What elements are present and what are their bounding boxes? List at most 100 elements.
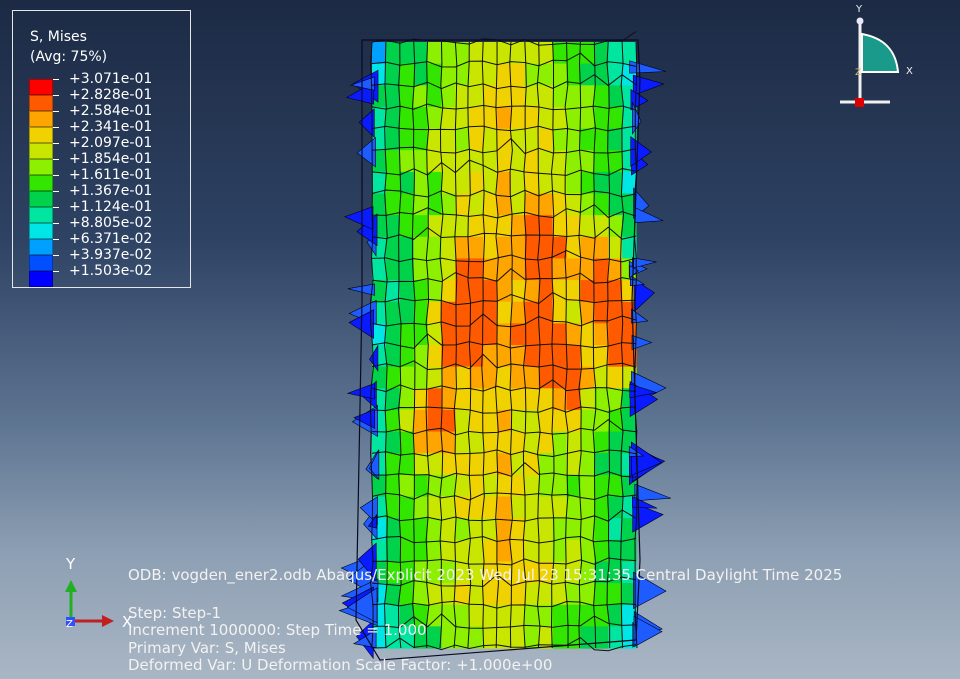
mesh-element xyxy=(580,85,595,108)
mesh-element xyxy=(497,539,512,563)
mesh-element xyxy=(524,42,540,65)
mesh-element xyxy=(441,150,456,173)
mesh-element xyxy=(524,409,540,433)
mesh-element xyxy=(469,85,484,108)
mesh-element xyxy=(566,150,582,173)
mesh-element xyxy=(455,409,470,433)
mesh-element xyxy=(427,106,443,130)
mesh-element xyxy=(427,193,443,216)
mesh-element xyxy=(538,236,554,260)
mesh-element xyxy=(510,409,526,433)
mesh-element xyxy=(594,518,609,541)
mesh-element xyxy=(538,388,554,411)
mesh-element xyxy=(538,518,554,541)
mesh-element xyxy=(510,63,526,86)
mesh-element xyxy=(483,280,498,303)
mesh-element xyxy=(441,496,456,519)
mesh-element xyxy=(594,150,609,173)
mesh-element xyxy=(441,215,456,238)
mesh-element xyxy=(594,106,609,130)
mesh-element xyxy=(538,85,554,108)
mesh-element xyxy=(497,63,512,86)
mesh-element xyxy=(524,366,540,389)
mesh-element xyxy=(608,42,623,65)
mesh-element xyxy=(413,150,429,173)
mesh-element xyxy=(524,280,540,303)
increment-info-line: Increment 1000000: Step Time = 1.000 xyxy=(128,621,427,639)
mesh-element xyxy=(594,193,609,216)
mesh-element xyxy=(399,258,415,281)
mesh-element xyxy=(455,539,470,563)
mesh-element xyxy=(413,431,429,454)
mesh-element xyxy=(399,583,415,606)
mesh-element xyxy=(608,474,623,498)
mesh-element xyxy=(580,604,595,627)
mesh-element xyxy=(580,150,595,173)
mesh-element xyxy=(566,345,582,368)
mesh-element xyxy=(385,583,401,606)
mesh-element xyxy=(427,583,443,606)
mesh-element xyxy=(469,626,484,649)
mesh-element xyxy=(552,106,568,130)
mesh-element xyxy=(580,193,595,216)
mesh-element xyxy=(510,42,526,65)
mesh-element xyxy=(441,323,456,346)
mesh-element xyxy=(441,280,456,303)
mesh-element xyxy=(594,215,609,238)
mesh-element xyxy=(608,106,623,130)
mesh-element xyxy=(566,128,582,151)
mesh-element xyxy=(552,518,568,541)
triad-node xyxy=(856,17,864,25)
mesh-element xyxy=(510,258,526,281)
mesh-element xyxy=(580,626,595,649)
mesh-element xyxy=(427,301,443,324)
triad-x-arrowhead xyxy=(102,615,114,627)
mesh-element xyxy=(497,301,512,324)
mesh-element xyxy=(538,366,554,389)
mesh-element xyxy=(441,431,456,454)
mesh-element xyxy=(413,583,429,606)
mesh-element xyxy=(497,583,512,606)
mesh-element xyxy=(524,128,540,151)
mesh-element xyxy=(483,85,498,108)
mesh-element xyxy=(372,431,387,454)
mesh-element xyxy=(497,171,512,195)
mesh-element xyxy=(580,453,595,476)
mesh-element xyxy=(552,474,568,498)
mesh-element xyxy=(497,409,512,433)
deformed-edge-fragment xyxy=(343,206,374,231)
mesh-element xyxy=(594,323,609,346)
mesh-element xyxy=(455,604,470,627)
mesh-element xyxy=(441,345,456,368)
mesh-element xyxy=(469,301,484,324)
mesh-element xyxy=(483,42,498,65)
mesh-element xyxy=(566,539,582,563)
mesh-element xyxy=(385,301,401,324)
mesh-element xyxy=(538,409,554,433)
mesh-element xyxy=(483,193,498,216)
mesh-element xyxy=(566,301,582,324)
mesh-element xyxy=(580,106,595,130)
mesh-element xyxy=(497,366,512,389)
mesh-element xyxy=(594,258,609,281)
mesh-element xyxy=(441,171,456,195)
mesh-element xyxy=(580,236,595,260)
mesh-element xyxy=(427,171,443,195)
mesh-element xyxy=(524,345,540,368)
mesh-element xyxy=(469,128,484,151)
mesh-element xyxy=(594,388,609,411)
mesh-element xyxy=(524,583,540,606)
mesh-element xyxy=(441,236,456,260)
mesh-element xyxy=(538,583,554,606)
mesh-element xyxy=(399,453,415,476)
mesh-element xyxy=(608,323,623,346)
mesh-element xyxy=(580,323,595,346)
mesh-element xyxy=(510,604,526,627)
mesh-element xyxy=(524,604,540,627)
mesh-element xyxy=(566,496,582,519)
mesh-element xyxy=(455,366,470,389)
mesh-element xyxy=(566,42,582,65)
mesh-element xyxy=(455,474,470,498)
mesh-element xyxy=(594,236,609,260)
mesh-element xyxy=(469,496,484,519)
